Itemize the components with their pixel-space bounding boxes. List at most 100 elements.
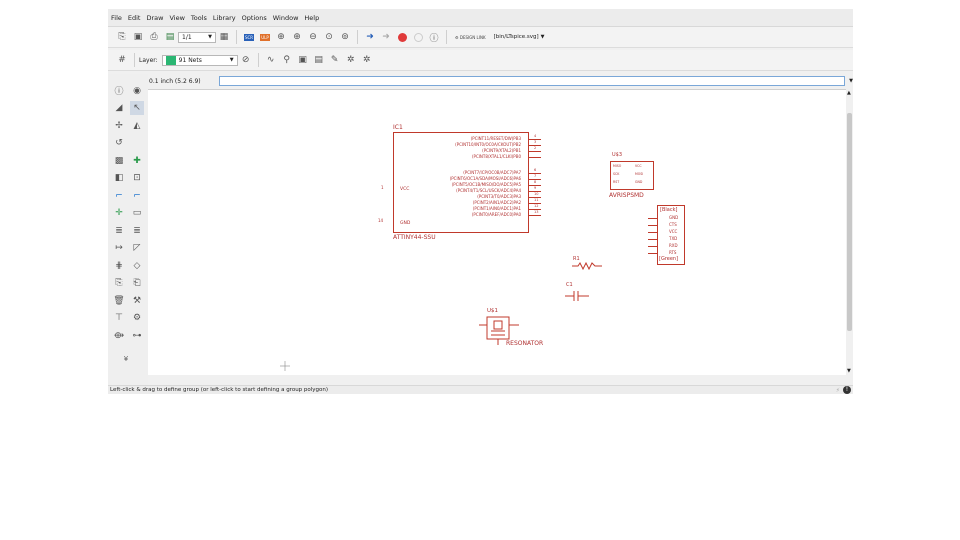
chevron-up-icon[interactable]: ▲ xyxy=(847,90,851,96)
ulp-icon[interactable]: ULP xyxy=(259,31,271,43)
add-part-icon[interactable]: ✎ xyxy=(329,54,341,66)
layer-settings-icon[interactable]: ⊘ xyxy=(240,54,252,66)
replace-icon[interactable]: ⎘ xyxy=(112,276,126,290)
menu-help[interactable]: Help xyxy=(301,14,322,22)
layer-select[interactable]: 91 Nets ▼ xyxy=(161,54,238,66)
search-icon[interactable]: ⚲ xyxy=(281,54,293,66)
zoom-redraw-icon[interactable]: ⊙ xyxy=(323,31,335,43)
invoke-icon[interactable]: ⟴ xyxy=(112,329,126,343)
zoom-out-icon[interactable]: ⊖ xyxy=(307,31,319,43)
stop-icon[interactable] xyxy=(396,31,408,43)
help-icon[interactable]: ⓘ xyxy=(428,31,440,44)
layer-color-swatch xyxy=(165,55,176,65)
net-classes-icon[interactable]: ▣ xyxy=(297,54,309,66)
open-icon[interactable]: ⎘ xyxy=(116,31,128,43)
grid-icon[interactable]: # xyxy=(116,54,128,66)
settings-icon[interactable]: ✲ xyxy=(361,54,373,66)
menu-edit[interactable]: Edit xyxy=(125,14,144,22)
attribute-icon[interactable]: ⚙ xyxy=(130,311,144,325)
paste-icon[interactable]: ⊡ xyxy=(130,171,144,185)
info-icon[interactable]: ⓘ xyxy=(112,84,126,98)
main-toolbar: ⎘ ▣ ⎙ ▤ 1/1 ▼ ▦ SCR ULP ⊕ ⊕ ⊖ ⊙ ⊚ ➜ ➜ ⓘ … xyxy=(108,27,853,48)
line-icon[interactable]: ◸ xyxy=(130,241,144,255)
smash-icon[interactable]: ⊤ xyxy=(112,311,126,325)
isp-pin-label: MISO xyxy=(613,164,622,168)
vertical-scrollbar[interactable]: ▲ ▼ xyxy=(846,89,853,375)
move-icon[interactable]: ✢ xyxy=(112,119,126,133)
resonator-name: U$1 xyxy=(487,308,499,314)
pin-num: 9 xyxy=(534,186,537,190)
pin-label: VCC xyxy=(400,187,410,192)
group-icon[interactable]: ▩ xyxy=(112,154,126,168)
chevron-down-icon: ▼ xyxy=(208,34,212,40)
toolbar-divider xyxy=(236,30,237,44)
undo-icon[interactable]: ➜ xyxy=(364,31,376,43)
display-icon[interactable]: ◢ xyxy=(112,101,126,115)
ftdi-pin-label: RXD xyxy=(669,243,678,248)
schematic-canvas[interactable]: IC1 1 VCC 14 GND (PCINT11/RESET/DW)PB3 4 (… xyxy=(148,89,846,376)
bus-icon[interactable]: ⌐ xyxy=(130,189,144,203)
go-icon[interactable] xyxy=(412,31,424,43)
gate-swap-icon[interactable]: ↦ xyxy=(112,241,126,255)
expand-icon[interactable]: ¥ xyxy=(119,352,133,366)
pin-num: 7 xyxy=(534,174,537,178)
label-icon[interactable]: ▭ xyxy=(130,206,144,220)
horizontal-scrollbar[interactable] xyxy=(148,375,846,383)
name-icon[interactable]: ≣ xyxy=(112,224,126,238)
pin-num: 12 xyxy=(534,204,539,208)
left-toolbar: ⓘ ◉ ◢ ↖ ✢ ◭ ↺ ▩ ✚ ◧ ⊡ ⌐ ⌐ ✛ ▭ ≣ ≣ ↦ ◸ ⋕ ◇ ⎘ ⎗ 🗑 ⚒ ⊤ ⚙… xyxy=(108,74,148,385)
wrench-icon[interactable]: ⚒ xyxy=(130,294,144,308)
chevron-down-icon[interactable]: ▼ xyxy=(849,78,853,84)
resonator-value: RESONATOR xyxy=(506,340,544,347)
menu-view[interactable]: View xyxy=(166,14,187,22)
print-icon[interactable]: ⎙ xyxy=(148,31,160,43)
delete-icon[interactable]: 🗑 xyxy=(112,294,126,308)
rotate-icon[interactable]: ↺ xyxy=(112,136,126,150)
zoom-in-icon[interactable]: ⊕ xyxy=(291,31,303,43)
pinswap-icon[interactable]: ⊶ xyxy=(130,329,144,343)
sheet-select[interactable]: 1/1 ▼ xyxy=(178,31,216,43)
sheet-icon[interactable]: ▦ xyxy=(218,31,230,43)
parameter-toolbar: # Layer: 91 Nets ▼ ⊘ ∿ ⚲ ▣ ▤ ✎ ✲ ✲ xyxy=(108,50,853,71)
value-icon[interactable]: ≣ xyxy=(130,224,144,238)
alert-icon[interactable]: ! xyxy=(843,386,851,394)
menu-tools[interactable]: Tools xyxy=(188,14,210,22)
gear-icon[interactable]: ✲ xyxy=(345,54,357,66)
isp-pin-label: VCC xyxy=(635,164,642,168)
add-icon[interactable]: ✚ xyxy=(130,154,144,168)
scroll-thumb[interactable] xyxy=(847,113,852,331)
redo-icon[interactable]: ➜ xyxy=(380,31,392,43)
copy-icon[interactable]: ◧ xyxy=(112,171,126,185)
pin-line xyxy=(648,239,658,240)
capacitor-symbol[interactable] xyxy=(565,290,589,302)
menu-library[interactable]: Library xyxy=(210,14,239,22)
ic1-value: ATTINY44-SSU xyxy=(393,234,436,241)
save-icon[interactable]: ▣ xyxy=(132,31,144,43)
select-icon[interactable]: ↖ xyxy=(130,101,144,116)
cam-icon[interactable]: ▤ xyxy=(164,31,176,43)
chevron-down-icon[interactable]: ▼ xyxy=(847,368,851,374)
zoom-select-icon[interactable]: ⊚ xyxy=(339,31,351,43)
mirror-icon[interactable]: ◭ xyxy=(130,119,144,133)
menu-options[interactable]: Options xyxy=(239,14,270,22)
show-icon[interactable]: ◉ xyxy=(130,84,144,98)
pin-num: 3 xyxy=(534,140,537,144)
menu-window[interactable]: Window xyxy=(270,14,302,22)
erc-icon[interactable]: ▤ xyxy=(313,54,325,66)
sheet-value: 1/1 xyxy=(182,33,192,41)
command-input[interactable] xyxy=(219,76,846,86)
zoom-fit-icon[interactable]: ⊕ xyxy=(275,31,287,43)
file-label[interactable]: [bin/LTspice.svg] xyxy=(494,34,539,40)
text-icon[interactable]: ⎗ xyxy=(130,276,144,290)
net-icon[interactable]: ⌐ xyxy=(112,189,126,203)
menu-file[interactable]: File xyxy=(108,14,125,22)
wire-bend-icon[interactable]: ∿ xyxy=(265,54,277,66)
design-link-icon[interactable]: ⚙ DESIGN LINK xyxy=(455,35,486,40)
polygon-icon[interactable]: ◇ xyxy=(130,259,144,273)
resistor-symbol[interactable] xyxy=(572,262,602,270)
junction-icon[interactable]: ✛ xyxy=(112,206,126,220)
scr-icon[interactable]: SCR xyxy=(243,31,255,43)
chevron-down-icon: ▼ xyxy=(229,57,234,63)
split-icon[interactable]: ⋕ xyxy=(112,259,126,273)
menu-draw[interactable]: Draw xyxy=(143,14,166,22)
